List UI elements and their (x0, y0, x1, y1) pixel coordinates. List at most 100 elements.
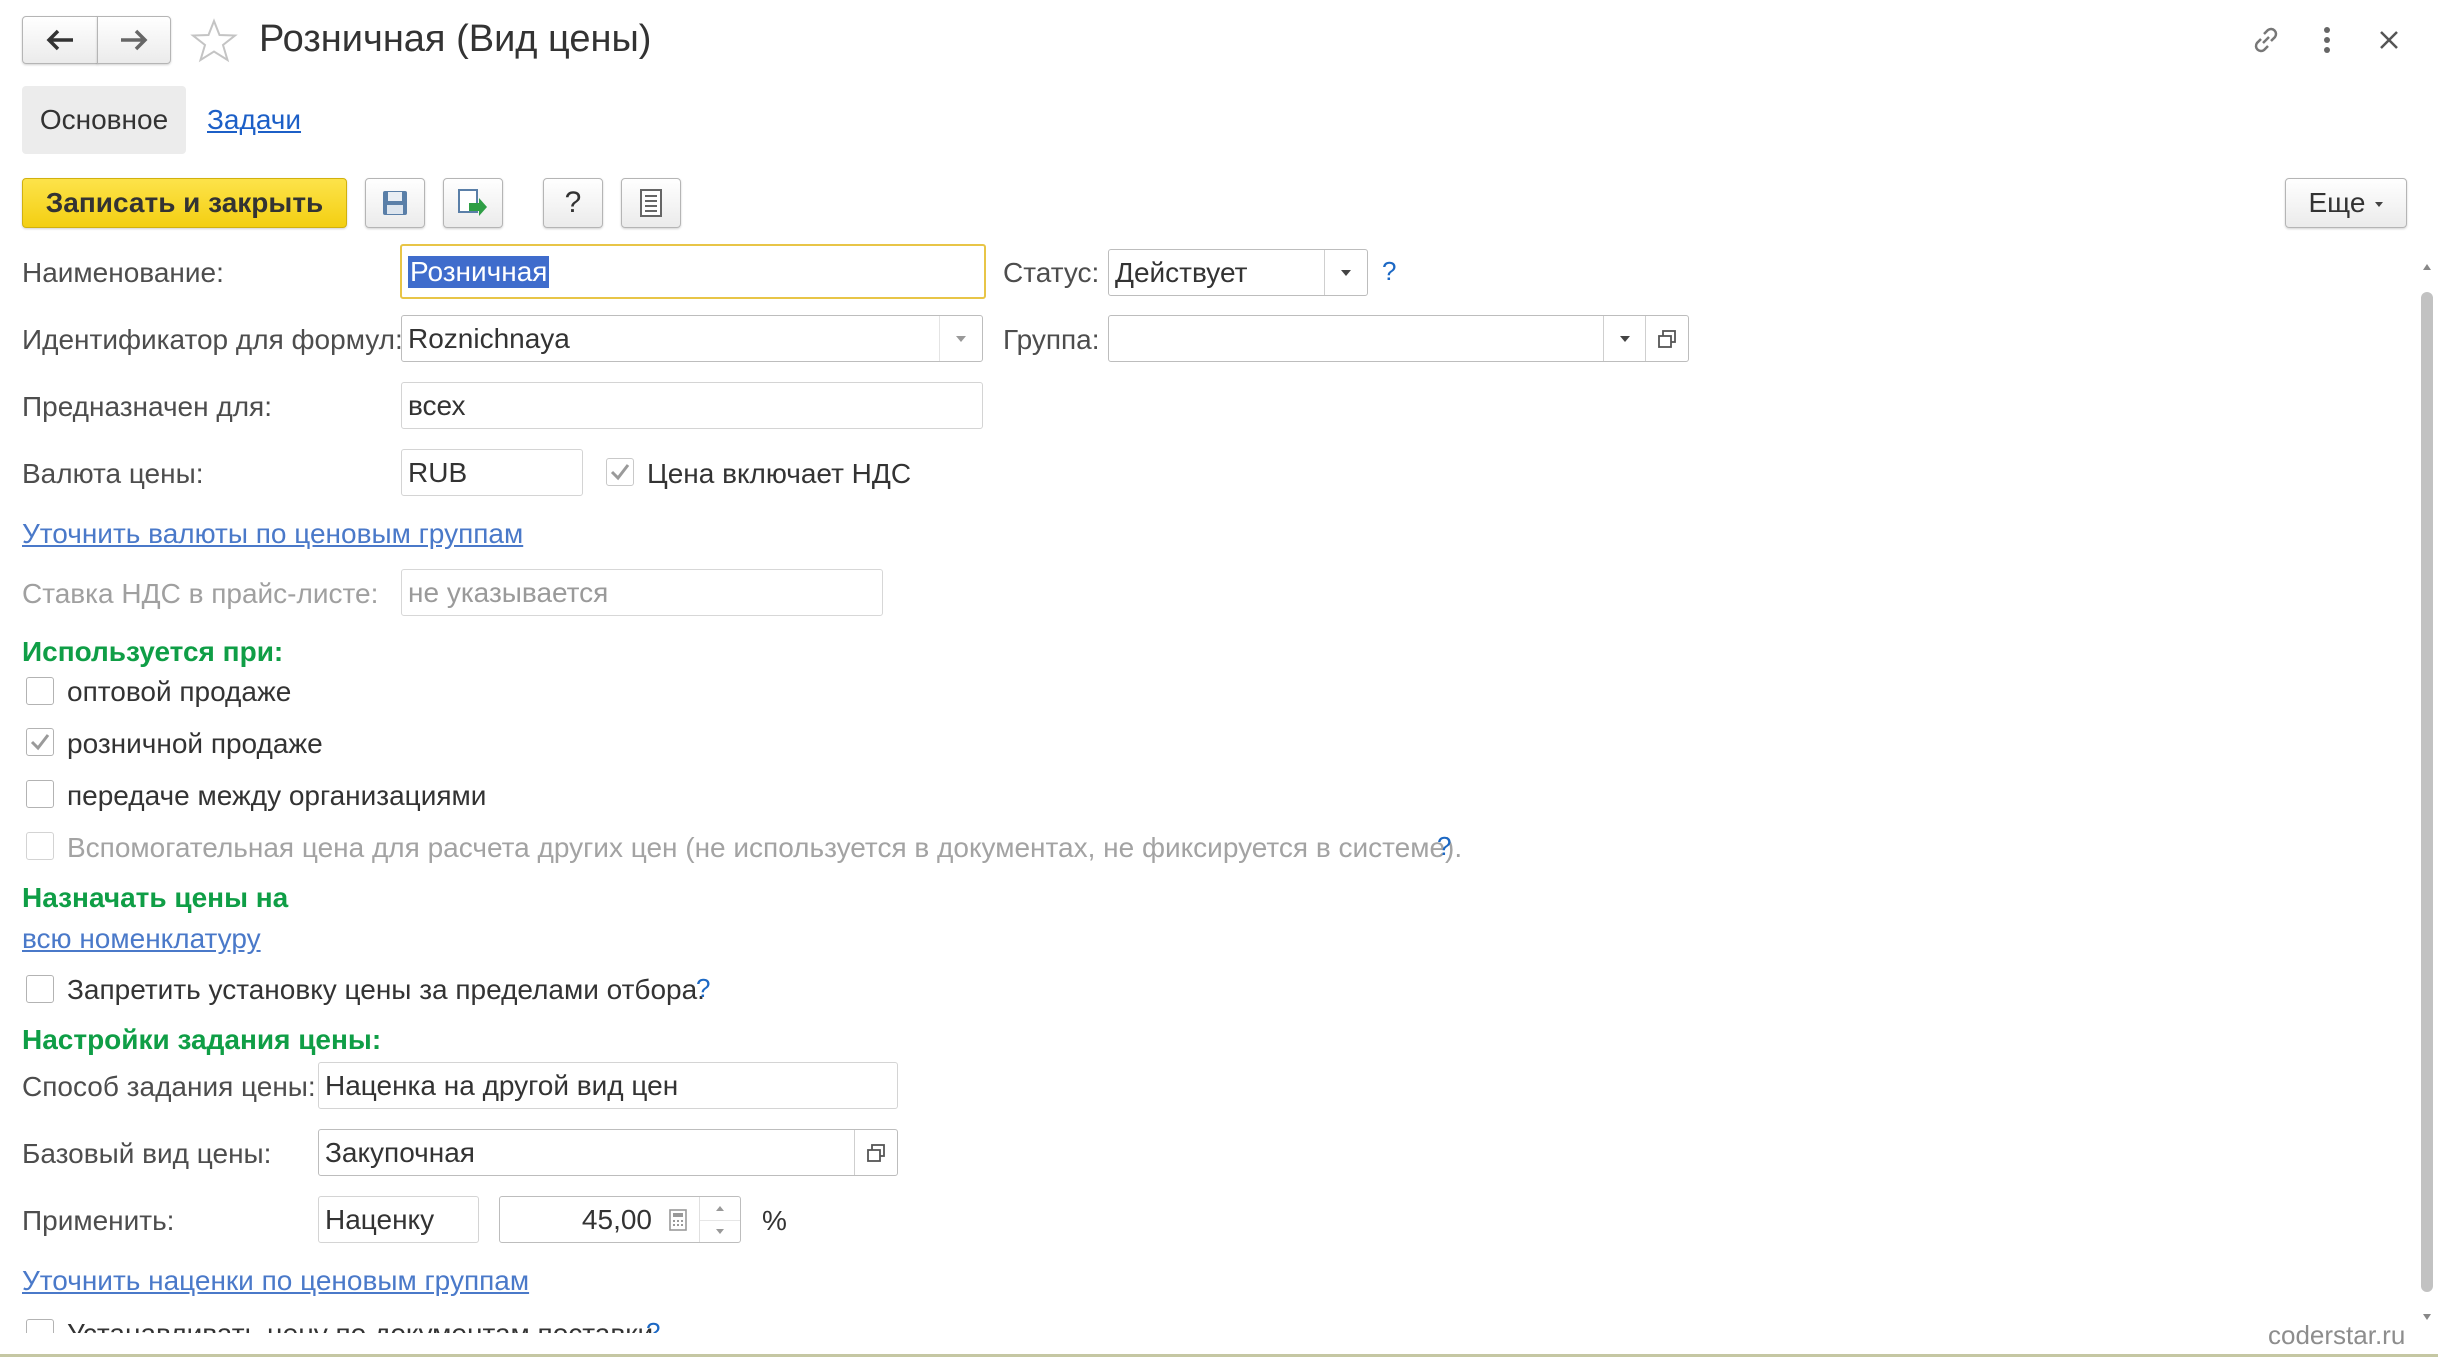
tab-main[interactable]: Основное (22, 86, 186, 154)
wholesale-label: оптовой продаже (67, 676, 292, 707)
status-value: Действует (1115, 256, 1248, 288)
wholesale-checkbox[interactable] (26, 677, 54, 705)
status-dropdown-button[interactable] (1324, 250, 1367, 295)
base-type-field[interactable]: Закупочная (318, 1129, 898, 1176)
spinner-down-button[interactable] (700, 1221, 740, 1243)
base-type-open-button[interactable] (854, 1130, 897, 1175)
chevron-up-icon (716, 1205, 724, 1211)
save-and-close-label: Записать и закрыть (45, 187, 324, 218)
percent-unit: % (762, 1205, 787, 1236)
auxiliary-help-icon[interactable]: ? (1437, 831, 1451, 862)
link-icon[interactable] (2250, 24, 2282, 63)
apply-mode-value: Наценку (325, 1203, 435, 1235)
chevron-down-icon (956, 335, 966, 342)
intended-for-field[interactable]: всех (401, 382, 983, 429)
checkmark-icon (30, 734, 50, 751)
vat-rate-field[interactable]: не указывается (401, 569, 883, 616)
all-nomenclature-link[interactable]: всю номенклатуру (22, 923, 261, 955)
forbid-outside-filter-label: Запретить установку цены за пределами от… (67, 974, 705, 1005)
status-label: Статус: (1003, 257, 1100, 288)
tab-main-label: Основное (39, 104, 169, 135)
open-window-icon (1658, 329, 1676, 348)
more-label: Еще (2308, 187, 2366, 218)
formula-id-field[interactable]: Roznichnaya (401, 315, 983, 362)
spinner[interactable] (699, 1197, 740, 1242)
forbid-help-icon[interactable]: ? (696, 973, 710, 1004)
name-value: Розничная (408, 255, 550, 288)
chevron-down-icon (1341, 269, 1351, 276)
group-label: Группа: (1003, 324, 1100, 355)
group-dropdown-button[interactable] (1603, 316, 1646, 361)
calculator-icon (669, 1208, 687, 1231)
spinner-up-button[interactable] (700, 1197, 740, 1221)
calculator-button[interactable] (658, 1197, 698, 1242)
report-button[interactable] (621, 178, 681, 228)
intended-for-label: Предназначен для: (22, 391, 272, 422)
vat-included-checkbox[interactable] (606, 458, 634, 486)
back-button[interactable] (22, 16, 98, 64)
currency-field[interactable]: RUB (401, 449, 583, 496)
markup-amount-field[interactable]: 45,00 (499, 1196, 741, 1243)
floppy-disk-icon (383, 191, 407, 215)
vat-included-label: Цена включает НДС (647, 458, 912, 489)
inter-org-checkbox[interactable] (26, 780, 54, 808)
delivery-docs-checkbox[interactable] (26, 1319, 54, 1333)
vat-rate-label: Ставка НДС в прайс-листе: (22, 578, 379, 609)
delivery-docs-help-icon[interactable]: ? (646, 1317, 660, 1333)
scrollbar[interactable] (2418, 262, 2436, 1320)
help-label: ? (564, 186, 582, 219)
status-help-icon[interactable]: ? (1382, 256, 1396, 287)
currency-label: Валюта цены: (22, 458, 204, 489)
close-icon[interactable] (2378, 26, 2400, 58)
method-field[interactable]: Наценка на другой вид цен (318, 1062, 898, 1109)
more-vertical-icon[interactable] (2320, 24, 2334, 63)
currency-by-group-link[interactable]: Уточнить валюты по ценовым группам (22, 518, 523, 550)
formula-id-value: Roznichnaya (408, 322, 570, 354)
price-settings-heading: Настройки задания цены: (22, 1024, 382, 1055)
vat-rate-placeholder: не указывается (408, 576, 609, 608)
currency-value: RUB (408, 456, 468, 488)
clip-area: Устанавливать цену по документам поставк… (0, 1300, 1200, 1333)
group-field[interactable] (1108, 315, 1689, 362)
assign-heading: Назначать цены на (22, 882, 289, 913)
retail-checkbox[interactable] (26, 728, 54, 756)
save-and-close-button[interactable]: Записать и закрыть (22, 178, 347, 228)
window-title: Розничная (Вид цены) (259, 18, 652, 60)
scroll-up-arrow-icon[interactable] (2423, 264, 2431, 270)
favorite-star-icon[interactable] (190, 18, 238, 71)
inter-org-label: передаче между организациями (67, 780, 487, 811)
save-button[interactable] (365, 178, 425, 228)
scrollbar-thumb[interactable] (2421, 292, 2433, 1292)
chevron-down-icon (1620, 335, 1630, 342)
help-button[interactable]: ? (543, 178, 603, 228)
group-open-button[interactable] (1645, 316, 1688, 361)
post-document-icon (458, 189, 487, 216)
more-button[interactable]: Еще (2285, 178, 2407, 228)
forward-button[interactable] (97, 16, 171, 64)
method-label: Способ задания цены: (22, 1071, 316, 1102)
name-field[interactable]: Розничная (400, 244, 986, 299)
forbid-outside-filter-checkbox[interactable] (26, 975, 54, 1003)
bottom-divider (0, 1354, 2438, 1357)
name-label: Наименование: (22, 257, 224, 288)
checkmark-icon (610, 464, 630, 481)
markup-by-group-link[interactable]: Уточнить наценки по ценовым группам (22, 1265, 529, 1297)
chevron-down-icon (2375, 202, 2384, 207)
used-in-heading: Используется при: (22, 636, 284, 667)
chevron-down-icon (716, 1229, 724, 1235)
auxiliary-price-checkbox[interactable] (26, 832, 54, 860)
auxiliary-price-label: Вспомогательная цена для расчета других … (67, 832, 1463, 863)
formula-id-dropdown-button[interactable] (939, 316, 982, 361)
apply-label: Применить: (22, 1205, 175, 1236)
arrow-right-icon (121, 29, 148, 51)
retail-label: розничной продаже (67, 728, 323, 759)
watermark: coderstar.ru (2268, 1320, 2406, 1350)
scroll-down-arrow-icon[interactable] (2423, 1314, 2431, 1320)
status-select[interactable]: Действует (1108, 249, 1368, 296)
apply-mode-field[interactable]: Наценку (318, 1196, 479, 1243)
tab-tasks[interactable]: Задачи (207, 104, 301, 136)
method-value: Наценка на другой вид цен (325, 1069, 679, 1101)
post-document-button[interactable] (443, 178, 503, 228)
list-document-icon (640, 189, 662, 217)
arrow-left-icon (46, 29, 73, 51)
